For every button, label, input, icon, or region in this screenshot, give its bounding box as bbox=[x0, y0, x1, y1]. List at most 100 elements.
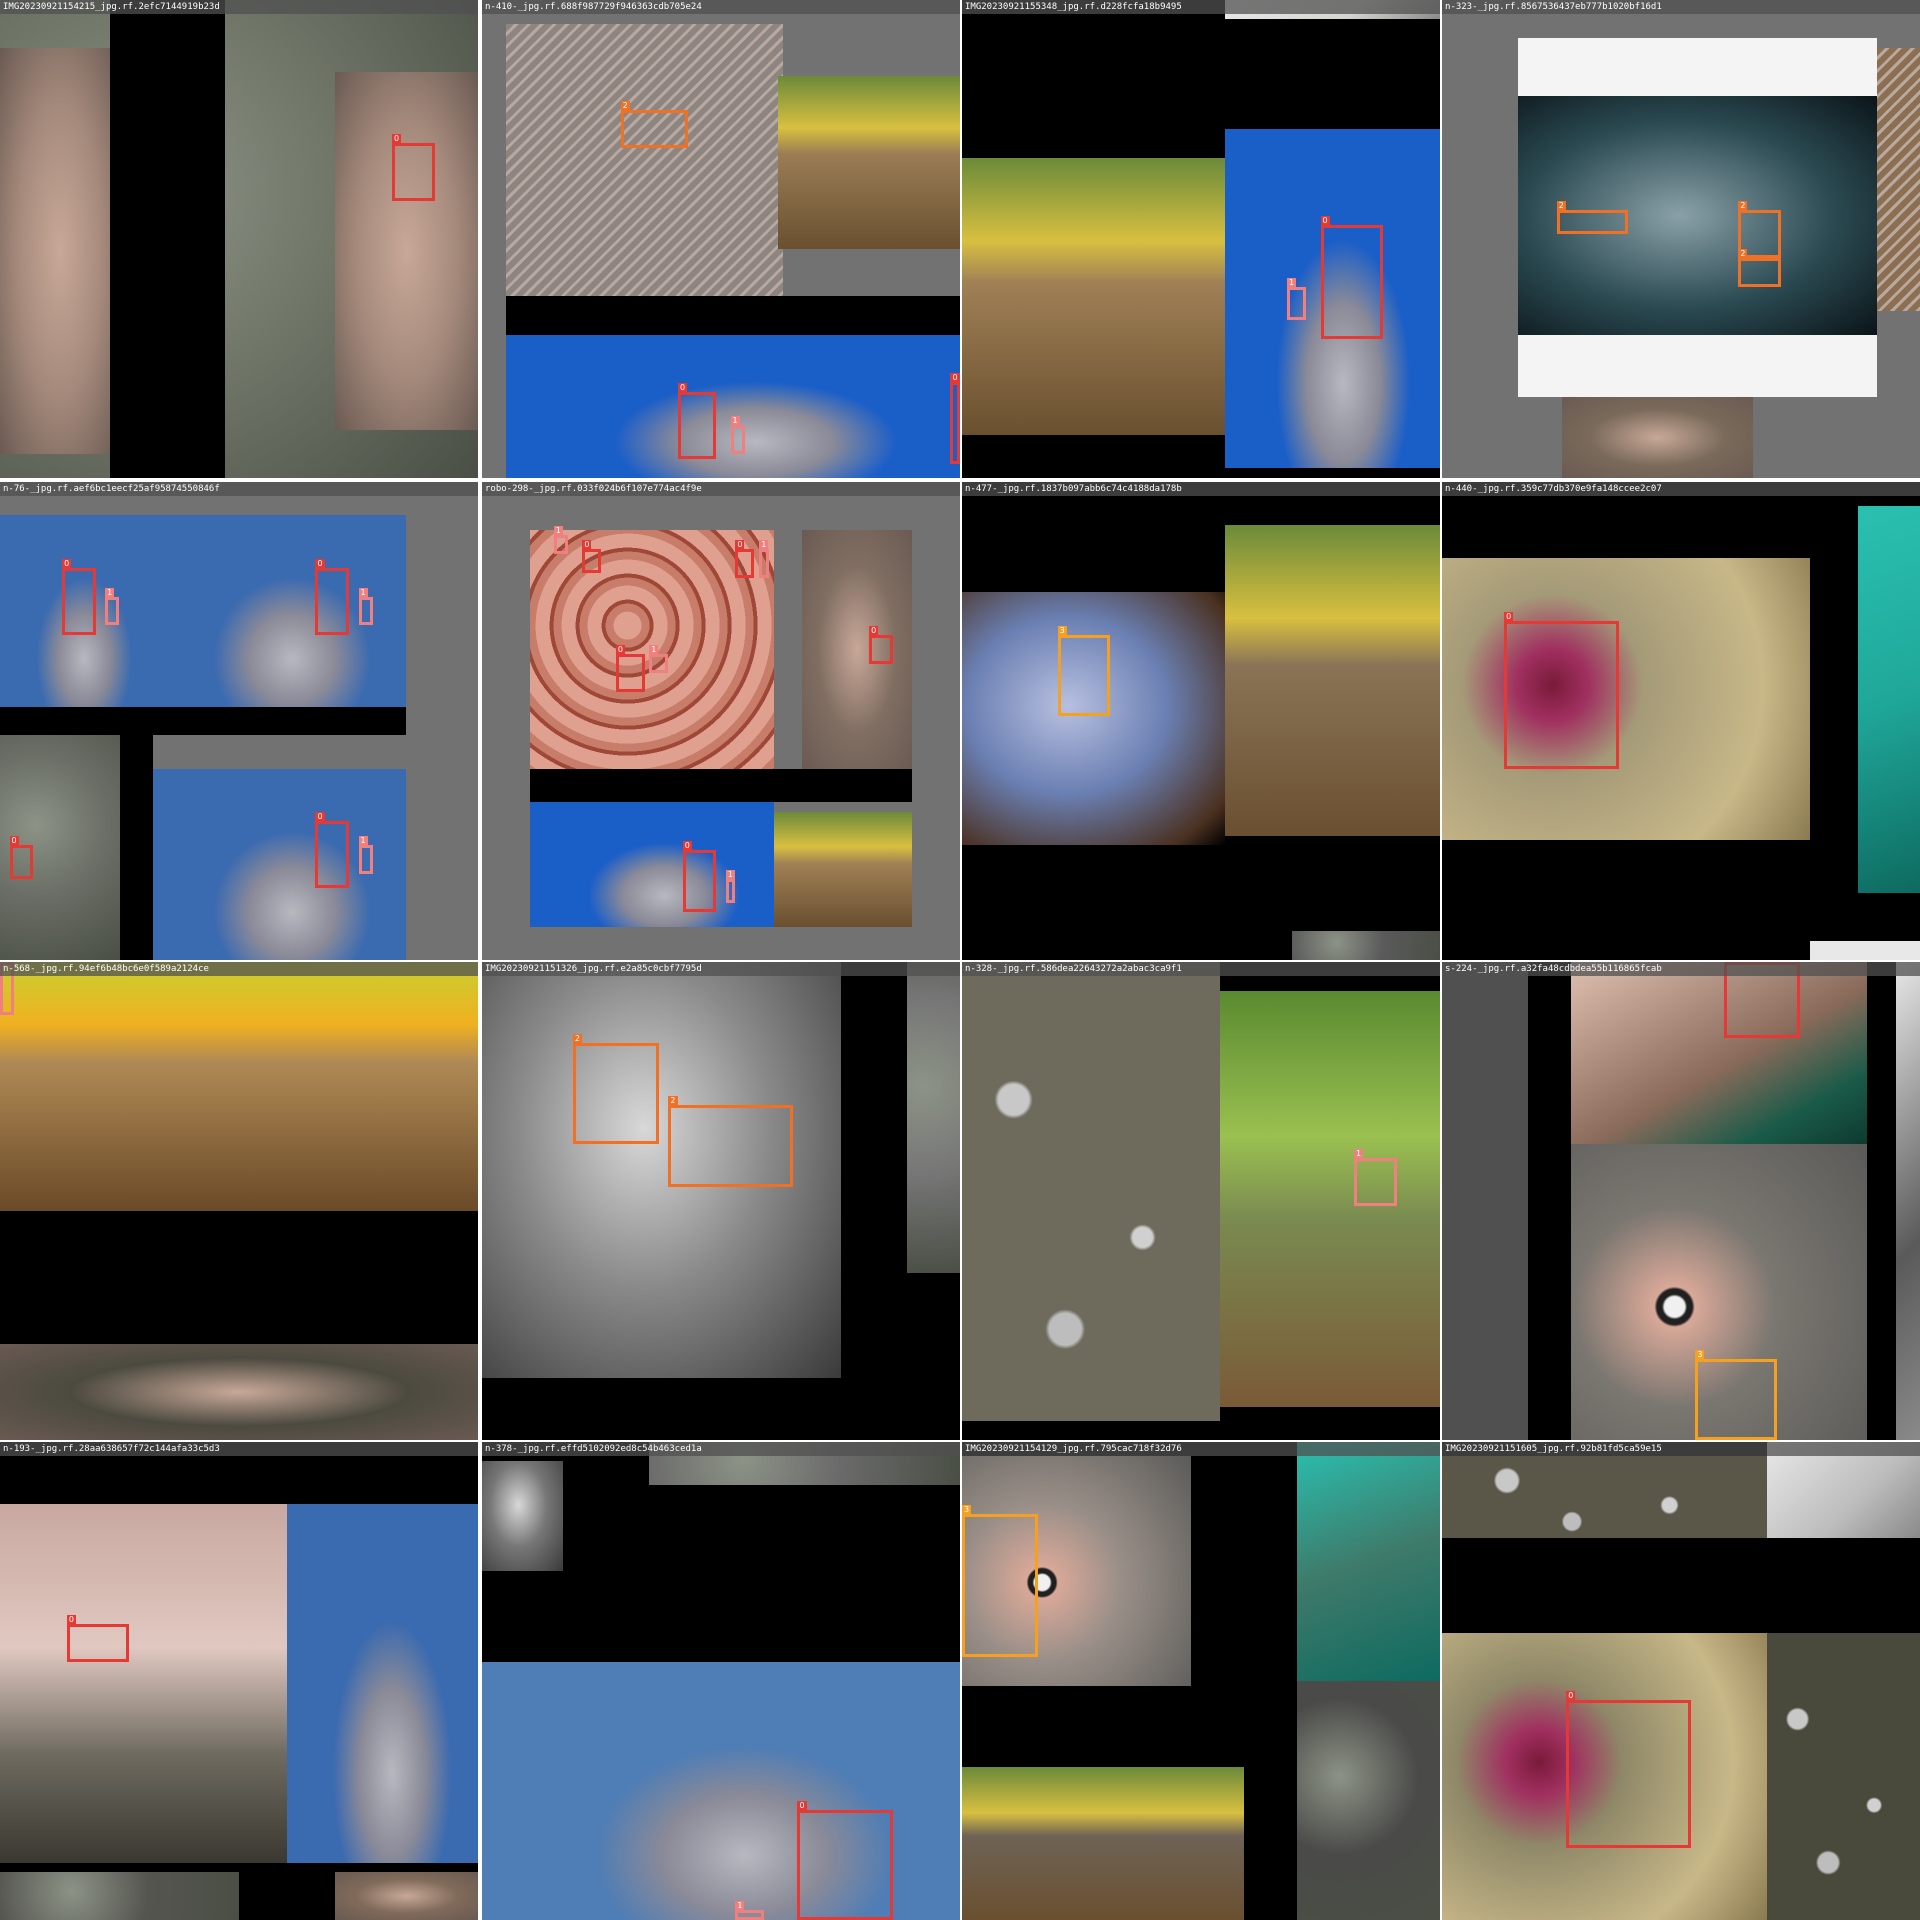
mosaic-tile: 2 2 IMG20230921151326_jpg.rf.e2a85c0cbf779… bbox=[482, 962, 960, 1440]
guppy-gravel-image bbox=[1224, 525, 1440, 836]
bbox-label: 0 bbox=[315, 812, 325, 823]
bbox-class-1: 1 bbox=[735, 1901, 764, 1920]
bbox-class-1: 1 bbox=[725, 869, 736, 903]
mosaic-tile: 03s-224-_jpg.rf.a32fa48cdbdea55b116865fc… bbox=[1442, 962, 1920, 1440]
bbox-label: 0 bbox=[582, 539, 592, 550]
bbox-label: 1 bbox=[735, 1901, 745, 1912]
hand-holding-fish-image bbox=[1561, 396, 1753, 478]
bbox-class-0: 0 bbox=[1504, 611, 1619, 769]
bbox-class-0: 0 bbox=[1320, 215, 1383, 340]
bbox-class-0: 0 bbox=[682, 841, 717, 913]
bbox-class-0: 0 bbox=[391, 134, 435, 201]
mosaic-tile: 0 1 0 1 0 0 1 n-76-_jpg.rf.aef6bc1eecf25af95874… bbox=[0, 482, 478, 960]
hand-holding-fish-image bbox=[0, 1344, 478, 1440]
mosaic-tile: 2 0 1 0 n-410-_jpg.rf.688f987729f946363cdb70… bbox=[482, 0, 960, 478]
bbox-label: 0 bbox=[869, 625, 879, 636]
tile-filename: n-76-_jpg.rf.aef6bc1eecf25af95874550846f bbox=[0, 482, 478, 496]
tile-filename: n-440-_jpg.rf.359c77db370e9fa148ccee2c07 bbox=[1442, 482, 1920, 496]
guppy-gravel-image bbox=[773, 811, 913, 927]
tile-filename: n-328-_jpg.rf.586dea22643272a2abac3ca9f1 bbox=[962, 962, 1440, 976]
bbox-class-1: 1 bbox=[1353, 1148, 1397, 1206]
bbox-class-1: 1 bbox=[759, 539, 769, 578]
bbox-class-0: 0 bbox=[315, 559, 349, 635]
bbox-label: 0 bbox=[1566, 1691, 1576, 1702]
bbox-class-3: 3 bbox=[1057, 625, 1111, 717]
mosaic-tile: 3 n-477-_jpg.rf.1837b097abb6c74c4188da178… bbox=[962, 482, 1440, 960]
mosaic-tile: 0 IMG20230921151605_jpg.rf.92b81fd5ca59e1… bbox=[1442, 1442, 1920, 1920]
fish-on-ground-image bbox=[0, 1504, 287, 1863]
bbox-label: 2 bbox=[620, 100, 630, 111]
rock-ground-image bbox=[1296, 1681, 1440, 1920]
bbox-class-2: 2 bbox=[620, 100, 688, 149]
tile-filename: n-378-_jpg.rf.effd5102092ed8c54b463ced1a bbox=[482, 1442, 960, 1456]
mosaic-tile: 1 0 0 1 0 1 0 0 1 robo-298-_jpg.rf.033f024b6f107e… bbox=[482, 482, 960, 960]
mosaic-tile: 3 IMG20230921154129_jpg.rf.795cac718f32d7… bbox=[962, 1442, 1440, 1920]
bbox-class-3: 3 bbox=[962, 1504, 1039, 1658]
tile-filename: n-193-_jpg.rf.28aa638657f72c144afa33c5d3 bbox=[0, 1442, 478, 1456]
bbox-class-1: 1 bbox=[553, 525, 569, 554]
bbox-class-0: 0 bbox=[677, 382, 717, 459]
pebble-floor-image bbox=[962, 962, 1221, 1421]
hand-holding-fish-image bbox=[334, 1872, 478, 1920]
mosaic-tile: 1n-568-_jpg.rf.94ef6b48bc6e0f589a2124ce bbox=[0, 962, 478, 1440]
black-pad-image bbox=[0, 706, 407, 736]
bbox-class-2: 2 bbox=[572, 1034, 659, 1144]
mosaic-grid: 0 IMG20230921154215_jpg.rf.2efc7144919b23… bbox=[0, 0, 1920, 1920]
bbox-label: 1 bbox=[553, 525, 563, 536]
bbox-label: 0 bbox=[391, 134, 402, 145]
bbox-label: 1 bbox=[1353, 1148, 1364, 1159]
bbox-label: 2 bbox=[1738, 201, 1748, 212]
bbox-label: 0 bbox=[615, 645, 625, 656]
bbox-label: 0 bbox=[797, 1801, 807, 1812]
tile-filename: IMG20230921154215_jpg.rf.2efc7144919b23d bbox=[0, 0, 478, 14]
guppy-gravel-closeup-image bbox=[0, 962, 478, 1211]
bbox-label: 0 bbox=[1504, 611, 1514, 622]
bbox-label: 1 bbox=[759, 539, 769, 550]
bbox-class-0: 0 bbox=[950, 373, 960, 464]
bbox-label: 2 bbox=[572, 1034, 582, 1045]
black-pad-image bbox=[505, 296, 960, 335]
bbox-label: 1 bbox=[358, 587, 368, 598]
tile-filename: s-224-_jpg.rf.a32fa48cdbdea55b116865fcab bbox=[1442, 962, 1920, 976]
bbox-label: 1 bbox=[730, 416, 740, 427]
bbox-class-0: 0 bbox=[735, 539, 755, 578]
blue-cloth-fish-image bbox=[529, 802, 774, 927]
tile-filename: n-410-_jpg.rf.688f987729f946363cdb705e24 bbox=[482, 0, 960, 14]
tile-filename: n-477-_jpg.rf.1837b097abb6c74c4188da178b bbox=[962, 482, 1440, 496]
fish-scales-image bbox=[505, 23, 784, 302]
guppy-plant-gravel-image bbox=[1220, 990, 1440, 1407]
grayscale-fish-plate-image bbox=[482, 1461, 564, 1572]
tile-filename: IMG20230921151326_jpg.rf.e2a85c0cbf7795d bbox=[482, 962, 960, 976]
bbox-label: 1 bbox=[1287, 277, 1297, 288]
plastic-image bbox=[1896, 962, 1920, 1440]
bbox-class-1: 1 bbox=[105, 587, 120, 626]
bbox-label: 0 bbox=[66, 1614, 76, 1625]
tile-filename: n-323-_jpg.rf.8567536437eb777b1020bf16d1 bbox=[1442, 0, 1920, 14]
betta-fish-image bbox=[962, 591, 1225, 846]
bbox-label: 0 bbox=[9, 836, 19, 847]
bbox-class-1: 1 bbox=[730, 416, 745, 455]
gray-pad-image bbox=[1442, 962, 1529, 1440]
mosaic-tile: 1 n-328-_jpg.rf.586dea22643272a2abac3ca9f… bbox=[962, 962, 1440, 1440]
bbox-label: 1 bbox=[358, 836, 368, 847]
tile-filename: robo-298-_jpg.rf.033f024b6f107e774ac4f9e bbox=[482, 482, 960, 496]
tile-filename: IMG20230921154129_jpg.rf.795cac718f32d76 bbox=[962, 1442, 1440, 1456]
bbox-label: 2 bbox=[1556, 201, 1566, 212]
white-pad-image bbox=[1810, 940, 1920, 960]
bbox-label: 1 bbox=[105, 587, 115, 598]
bbox-class-3: 3 bbox=[1695, 1349, 1777, 1440]
bbox-label: 0 bbox=[682, 841, 692, 852]
mosaic-tile: 2 2 2 n-323-_jpg.rf.8567536437eb777b1020bf1… bbox=[1442, 0, 1920, 478]
pebble-floor-image bbox=[1767, 1633, 1920, 1920]
fish-scales-image bbox=[1876, 47, 1920, 311]
rock-ground-image bbox=[1291, 931, 1440, 960]
teal-plastic-image bbox=[1296, 1442, 1440, 1681]
fish-ulcer-closeup-image bbox=[1442, 558, 1811, 841]
bbox-class-1: 1 bbox=[649, 645, 669, 674]
bbox-class-2: 2 bbox=[1556, 201, 1629, 235]
bbox-label: 2 bbox=[1738, 249, 1748, 260]
bbox-class-0: 0 bbox=[315, 812, 349, 889]
bbox-label: 1 bbox=[649, 645, 659, 656]
black-pad-image bbox=[529, 768, 913, 803]
bbox-label: 0 bbox=[315, 559, 325, 570]
